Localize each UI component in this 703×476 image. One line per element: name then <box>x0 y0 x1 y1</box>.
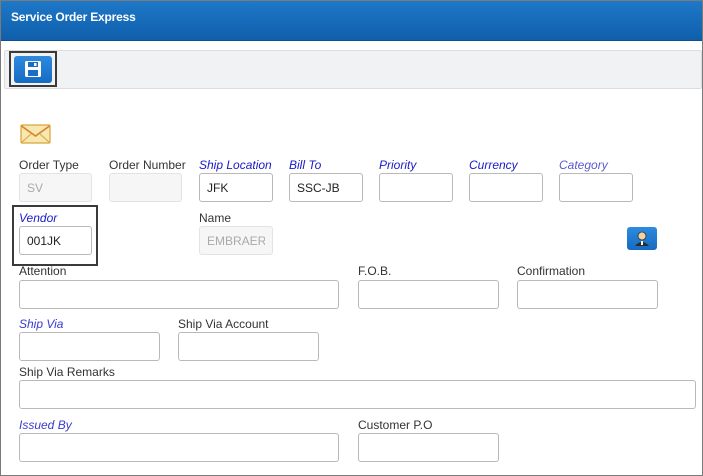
vendor-field[interactable] <box>19 226 92 255</box>
toolbar <box>4 50 702 89</box>
issued-by-label: Issued By <box>19 418 72 432</box>
category-field[interactable] <box>559 173 633 202</box>
order-type-label: Order Type <box>19 158 79 172</box>
ship-via-remarks-label: Ship Via Remarks <box>19 365 115 379</box>
order-type-field <box>19 173 92 202</box>
name-field <box>199 226 273 255</box>
vendor-lookup-button[interactable] <box>627 227 657 250</box>
ship-via-label: Ship Via <box>19 317 64 331</box>
name-label: Name <box>199 211 232 225</box>
customer-po-field[interactable] <box>358 433 499 462</box>
envelope-icon[interactable] <box>20 123 51 145</box>
fob-field[interactable] <box>358 280 499 309</box>
category-label: Category <box>559 158 608 172</box>
currency-field[interactable] <box>469 173 543 202</box>
ship-via-field[interactable] <box>19 332 160 361</box>
user-lookup-icon <box>635 231 649 246</box>
fob-label: F.O.B. <box>358 264 392 278</box>
priority-field[interactable] <box>379 173 453 202</box>
floppy-disk-icon <box>25 61 41 77</box>
priority-label: Priority <box>379 158 417 172</box>
issued-by-field[interactable] <box>19 433 339 462</box>
attention-label: Attention <box>19 264 67 278</box>
app-window: Service Order Express Order Type Order N… <box>0 0 703 476</box>
bill-to-field[interactable] <box>289 173 363 202</box>
confirmation-label: Confirmation <box>517 264 586 278</box>
ship-via-remarks-field[interactable] <box>19 380 696 409</box>
order-number-label: Order Number <box>109 158 186 172</box>
customer-po-label: Customer P.O <box>358 418 433 432</box>
ship-location-field[interactable] <box>199 173 273 202</box>
currency-label: Currency <box>469 158 518 172</box>
ship-via-account-label: Ship Via Account <box>178 317 269 331</box>
attention-field[interactable] <box>19 280 339 309</box>
ship-via-account-field[interactable] <box>178 332 319 361</box>
order-number-field <box>109 173 182 202</box>
bill-to-label: Bill To <box>289 158 322 172</box>
vendor-label: Vendor <box>19 211 58 225</box>
save-button[interactable] <box>14 56 52 83</box>
title-bar: Service Order Express <box>1 1 702 41</box>
app-title: Service Order Express <box>11 10 136 24</box>
ship-location-label: Ship Location <box>199 158 272 172</box>
confirmation-field[interactable] <box>517 280 658 309</box>
